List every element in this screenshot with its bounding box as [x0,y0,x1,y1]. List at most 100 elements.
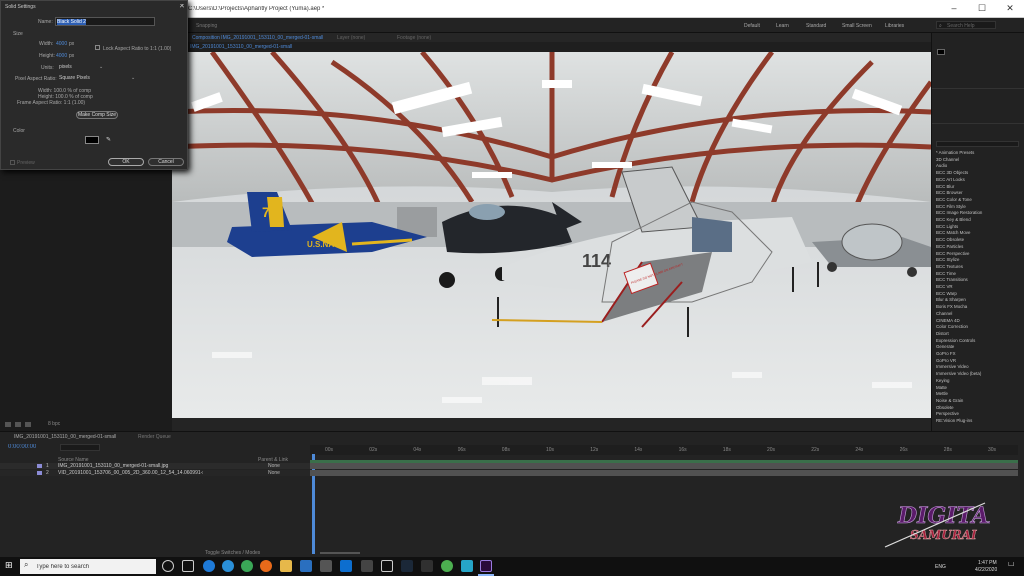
fill-color-swatch[interactable] [937,49,945,55]
effects-category-item[interactable]: Blur & Sharpen [936,297,966,302]
effects-category-item[interactable]: BCC Browser [936,190,963,195]
footage-tab[interactable]: Footage (none) [397,35,431,41]
task-view-icon[interactable] [182,560,194,572]
effects-category-item[interactable]: Perspective [936,411,959,416]
effects-category-item[interactable]: Matte [936,385,947,390]
app-icon[interactable] [340,560,352,572]
cancel-button[interactable]: Cancel [148,158,184,166]
app-icon[interactable] [381,560,393,572]
eyedropper-icon[interactable]: ✎ [106,137,111,143]
label-color-icon[interactable] [37,471,42,475]
effects-category-item[interactable]: BCC Textures [936,264,963,269]
name-field[interactable]: Black Solid 2 [55,17,155,26]
effects-category-item[interactable]: BCC Time [936,271,956,276]
effects-category-item[interactable]: BCC Image Restoration [936,210,982,215]
width-value[interactable]: 4000 [56,41,67,47]
layer-row-2[interactable]: 2 VID_20191001_153706_00_005_2D_360.00_1… [0,470,310,476]
label-color-icon[interactable] [37,464,42,468]
effects-category-item[interactable]: Immersive Video (beta) [936,371,981,376]
layer-row-1[interactable]: 1 IMG_20191001_153110_00_merged-01-small… [0,463,310,469]
effects-category-item[interactable]: Channel [936,311,952,316]
effects-category-item[interactable]: Expression Controls [936,338,975,343]
layer-parent[interactable]: None [268,470,280,476]
close-button[interactable]: ✕ [996,0,1024,17]
notifications-icon[interactable]: ☐ [1008,562,1014,568]
effects-category-item[interactable]: BCC Lights [936,224,958,229]
app-icon[interactable] [320,560,332,572]
layer-bar-1[interactable] [310,463,1018,469]
ie-icon[interactable] [222,560,234,572]
clock-date[interactable]: 4/22/2020 [975,567,997,573]
layer-name[interactable]: IMG_20191001_153110_00_merged-01-small.j… [58,463,168,469]
effects-category-item[interactable]: RE:Vision Plug-ins [936,418,972,423]
effects-category-item[interactable]: BCC Art Looks [936,177,965,182]
new-folder-icon[interactable] [15,422,21,427]
composition-viewer[interactable]: 7 U.S.NAVY 114 PLEASE DO NOT CLIMB ON AI… [172,52,931,418]
effects-category-item[interactable]: Distort [936,331,949,336]
zoom-slider[interactable] [320,552,360,554]
timeline-tab[interactable]: IMG_20191001_153110_00_merged-01-small [14,434,116,440]
effects-category-item[interactable]: Boris FX Mocha [936,304,967,309]
preview-checkbox[interactable] [10,160,15,165]
store-icon[interactable] [300,560,312,572]
layer-tab[interactable]: Layer (none) [337,35,365,41]
units-select[interactable]: pixels ⌄ [57,63,105,71]
clock-time[interactable]: 1:47 PM [978,560,997,566]
effects-category-item[interactable]: Mettle [936,391,948,396]
search-help-input[interactable]: Search Help ⌕ [936,21,996,29]
effects-category-item[interactable]: GoPro VR [936,358,956,363]
app-icon[interactable] [361,560,373,572]
after-effects-icon[interactable] [480,560,492,572]
effects-category-item[interactable]: BCC Warp [936,291,957,296]
layer-bar-2[interactable] [310,470,1018,476]
make-comp-size-button[interactable]: Make Comp Size [76,111,118,119]
taskbar-search-input[interactable]: ⌕ Type here to search [20,559,156,574]
ok-button[interactable]: OK [108,158,144,166]
effects-search-input[interactable] [936,141,1019,147]
lock-aspect-checkbox[interactable] [95,45,100,50]
effects-category-item[interactable]: BCC Film Style [936,204,966,209]
effects-category-item[interactable]: Generate [936,344,954,349]
effects-category-item[interactable]: BCC VR [936,284,953,289]
effects-category-item[interactable]: BCC Key & Blend [936,217,971,222]
effects-category-item[interactable]: BCC Color & Tone [936,197,972,202]
timecode[interactable]: 0:00:00:00 [8,444,36,450]
minimize-button[interactable]: – [940,0,968,17]
interpret-footage-icon[interactable] [5,422,11,427]
effects-category-item[interactable]: BCC Transitions [936,277,968,282]
effects-category-item[interactable]: Noise & Grain [936,398,963,403]
render-queue-tab[interactable]: Render Queue [138,434,171,440]
edge-icon[interactable] [203,560,215,572]
maximize-button[interactable]: ☐ [968,0,996,17]
layer-name[interactable]: VID_20191001_153706_00_005_2D_360.00_12_… [58,470,203,476]
workspace-small-screen[interactable]: Small Screen [842,23,872,29]
new-comp-icon[interactable] [25,422,31,427]
app-icon[interactable] [421,560,433,572]
bit-depth[interactable]: 8 bpc [48,421,60,427]
app-icon[interactable] [441,560,453,572]
color-swatch[interactable] [85,136,99,144]
file-explorer-icon[interactable] [280,560,292,572]
timeline-search-input[interactable] [60,444,100,451]
effects-category-item[interactable]: BCC Particles [936,244,963,249]
app-icon[interactable] [461,560,473,572]
effects-category-item[interactable]: BCC Blur [936,184,954,189]
effects-category-item[interactable]: BCC Stylize [936,257,959,262]
effects-category-item[interactable]: BCC Obsolete [936,237,964,242]
effects-category-item[interactable]: 3D Channel [936,157,959,162]
comp-tab[interactable]: Composition IMG_20191001_153110_00_merge… [192,35,323,41]
language-indicator[interactable]: ENG [935,564,946,570]
effects-category-item[interactable]: BCC Match Move [936,230,970,235]
workspace-libraries[interactable]: Libraries [885,23,904,29]
effects-category-item[interactable]: BCC 3D Objects [936,170,968,175]
chrome-icon[interactable] [241,560,253,572]
playhead[interactable] [312,454,315,554]
workspace-standard[interactable]: Standard [806,23,826,29]
workspace-default[interactable]: Default [744,23,760,29]
workspace-learn[interactable]: Learn [776,23,789,29]
effects-category-item[interactable]: GoPro FX [936,351,956,356]
cortana-icon[interactable] [162,560,174,572]
toggle-switches-modes[interactable]: Toggle Switches / Modes [205,550,260,556]
steam-icon[interactable] [401,560,413,572]
dialog-close-icon[interactable]: ✕ [179,4,185,10]
